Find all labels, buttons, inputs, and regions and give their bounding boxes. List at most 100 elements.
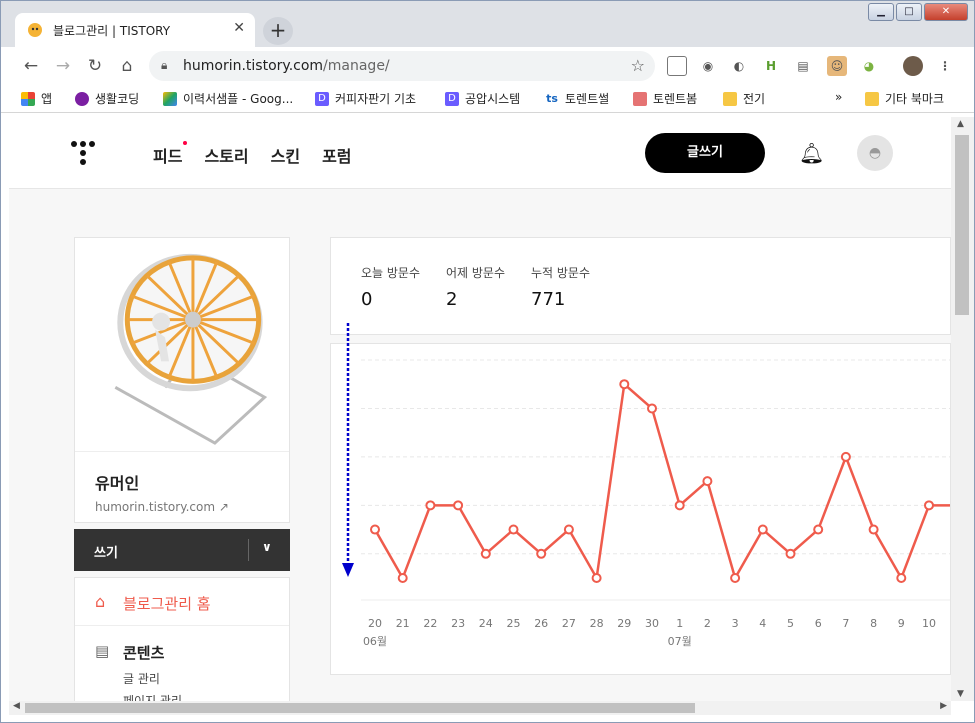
other-bookmarks[interactable]: 기타 북마크 xyxy=(865,90,944,107)
bookmark-star-icon[interactable]: ☆ xyxy=(631,56,645,75)
bookmark-item[interactable]: 앱 xyxy=(21,90,52,107)
x-tick-label: 28 xyxy=(590,617,604,630)
sidebar-write-button[interactable]: 쓰기 ∨ xyxy=(74,529,290,571)
stat-today: 오늘 방문수 0 xyxy=(361,264,420,310)
scroll-thumb[interactable] xyxy=(25,703,695,713)
data-point xyxy=(757,524,768,535)
bookmark-item[interactable]: 전기 xyxy=(723,90,765,107)
x-tick-label: 6 xyxy=(815,617,822,630)
bookmark-item[interactable]: ts 토렌트썰 xyxy=(545,90,609,107)
stat-value: 0 xyxy=(361,289,373,310)
camera-icon[interactable]: ◉ xyxy=(698,56,718,76)
scroll-down-icon[interactable]: ▼ xyxy=(957,689,964,699)
user-avatar[interactable]: ◓ xyxy=(857,135,893,171)
scroll-right-icon[interactable]: ▶ xyxy=(940,701,947,711)
sidebar-item-pages[interactable]: 페이지 관리 xyxy=(123,692,182,701)
reload-icon[interactable]: ↻ xyxy=(83,54,107,78)
x-tick-label: 27 xyxy=(562,617,576,630)
data-point xyxy=(702,476,713,487)
bookmark-item[interactable]: D 공압시스템 xyxy=(445,90,520,107)
browser-tab[interactable]: 블로그관리 | TISTORY ✕ xyxy=(15,13,255,47)
tab-close-icon[interactable]: ✕ xyxy=(233,20,245,36)
bookmarks-more-icon[interactable]: » xyxy=(835,90,842,104)
x-tick-label: 1 xyxy=(676,617,683,630)
data-point xyxy=(619,379,630,390)
browser-window: 블로그관리 | TISTORY ✕ + ▁ □ ✕ ← → ↻ ⌂ 🔒︎ hum… xyxy=(0,0,975,723)
sidebar-item-posts[interactable]: 글 관리 xyxy=(123,670,160,687)
vertical-scrollbar[interactable]: ▲ ▼ xyxy=(951,117,974,701)
back-arrow-icon[interactable]: ← xyxy=(19,54,43,78)
apps-grid-icon xyxy=(21,91,35,106)
sidebar-section-contents: ▤ 콘텐츠 글 관리 페이지 관리 xyxy=(75,626,289,701)
data-point xyxy=(647,403,657,414)
page-content: 피드 스토리 스킨 포럼 글쓰기 🔔︎ ◓ 유머인 humorin.tistor… xyxy=(9,117,951,701)
bookmark-item[interactable]: 토렌트봄 xyxy=(633,90,697,107)
data-point xyxy=(397,573,408,583)
sidebar-section-label[interactable]: 콘텐츠 xyxy=(123,642,164,663)
nav-feed[interactable]: 피드 xyxy=(153,141,188,167)
stat-yesterday: 어제 방문수 2 xyxy=(446,264,505,310)
profile-avatar-icon[interactable] xyxy=(903,56,923,76)
ts-logo-icon: ts xyxy=(546,91,558,105)
stat-total: 누적 방문수 771 xyxy=(531,264,590,310)
horizontal-scrollbar[interactable]: ◀ ▶ xyxy=(9,701,951,715)
write-post-button[interactable]: 글쓰기 xyxy=(645,133,765,173)
divider xyxy=(248,539,249,561)
data-point xyxy=(536,548,547,559)
tab-title: 블로그관리 | TISTORY xyxy=(53,24,171,38)
sidebar: 유머인 humorin.tistory.com ↗ 쓰기 ∨ ⌂ 블로그관리 홈… xyxy=(74,237,290,701)
stat-value: 771 xyxy=(531,289,566,310)
bookmark-item[interactable]: 이력서샘플 - Goog... xyxy=(163,90,293,107)
data-point xyxy=(453,500,464,511)
nav-forum[interactable]: 포럼 xyxy=(322,143,351,167)
sidebar-write-label: 쓰기 xyxy=(94,546,118,561)
menu-kebab-icon[interactable]: ⋮ xyxy=(935,56,955,76)
x-tick-label: 9 xyxy=(898,617,905,630)
document-icon[interactable]: ▤ xyxy=(793,56,813,76)
blog-url-link[interactable]: humorin.tistory.com ↗ xyxy=(95,500,289,514)
scroll-up-icon[interactable]: ▲ xyxy=(957,119,964,129)
sidebar-item-home[interactable]: ⌂ 블로그관리 홈 xyxy=(75,578,289,626)
visitor-chart-card: 2021222324252627282930123456789101106월07… xyxy=(330,343,951,675)
x-tick-label: 7 xyxy=(842,617,849,630)
data-point xyxy=(924,500,934,511)
main-nav: 피드 스토리 스킨 포럼 xyxy=(153,141,352,167)
circle-logo-icon xyxy=(75,91,89,106)
nav-story[interactable]: 스토리 xyxy=(204,143,248,167)
scroll-thumb[interactable] xyxy=(955,135,969,315)
lock-icon: 🔒︎ xyxy=(161,58,168,72)
ladder-icon[interactable]: H xyxy=(761,56,781,76)
nav-skin[interactable]: 스킨 xyxy=(271,143,300,167)
close-window-button[interactable]: ✕ xyxy=(924,3,968,21)
tistory-favicon-icon xyxy=(28,23,42,37)
chevron-down-icon[interactable]: ∨ xyxy=(262,540,272,554)
forward-arrow-icon[interactable]: → xyxy=(51,54,75,78)
face-extension-icon[interactable]: ☺ xyxy=(827,56,847,76)
home-icon[interactable]: ⌂ xyxy=(115,54,139,78)
data-point xyxy=(674,500,685,511)
new-tab-button[interactable]: + xyxy=(263,17,293,45)
maximize-button[interactable]: □ xyxy=(896,3,922,21)
x-tick-label: 24 xyxy=(479,617,493,630)
minimize-button[interactable]: ▁ xyxy=(868,3,894,21)
sidebar-menu: ⌂ 블로그관리 홈 ▤ 콘텐츠 글 관리 페이지 관리 xyxy=(74,577,290,701)
x-tick-label: 30 xyxy=(645,617,659,630)
x-tick-label: 2 xyxy=(704,617,711,630)
browser-toolbar: ← → ↻ ⌂ 🔒︎ humorin.tistory.com/manage/ ☆… xyxy=(1,47,974,85)
scroll-left-icon[interactable]: ◀ xyxy=(13,701,20,711)
x-tick-label: 8 xyxy=(870,617,877,630)
data-point xyxy=(591,573,602,583)
tistory-logo-icon[interactable] xyxy=(69,139,97,167)
data-point xyxy=(508,524,519,535)
data-point xyxy=(813,524,824,535)
cast-icon[interactable] xyxy=(667,56,687,76)
mouse-icon[interactable]: ◐ xyxy=(729,56,749,76)
bookmark-item[interactable]: 생활코딩 xyxy=(75,90,139,107)
bookmark-item[interactable]: D 커피자판기 기초 xyxy=(315,90,416,107)
bookmarks-bar: 앱 생활코딩 이력서샘플 - Goog... D 커피자판기 기초 D 공압시스템 … xyxy=(1,85,974,113)
eye-extension-icon[interactable]: ◕ xyxy=(859,56,879,76)
x-tick-label: 10 xyxy=(922,617,936,630)
notification-bell-icon[interactable]: 🔔︎ xyxy=(799,141,824,165)
address-bar[interactable]: 🔒︎ humorin.tistory.com/manage/ ☆ xyxy=(149,51,655,81)
folder-icon xyxy=(723,91,737,106)
